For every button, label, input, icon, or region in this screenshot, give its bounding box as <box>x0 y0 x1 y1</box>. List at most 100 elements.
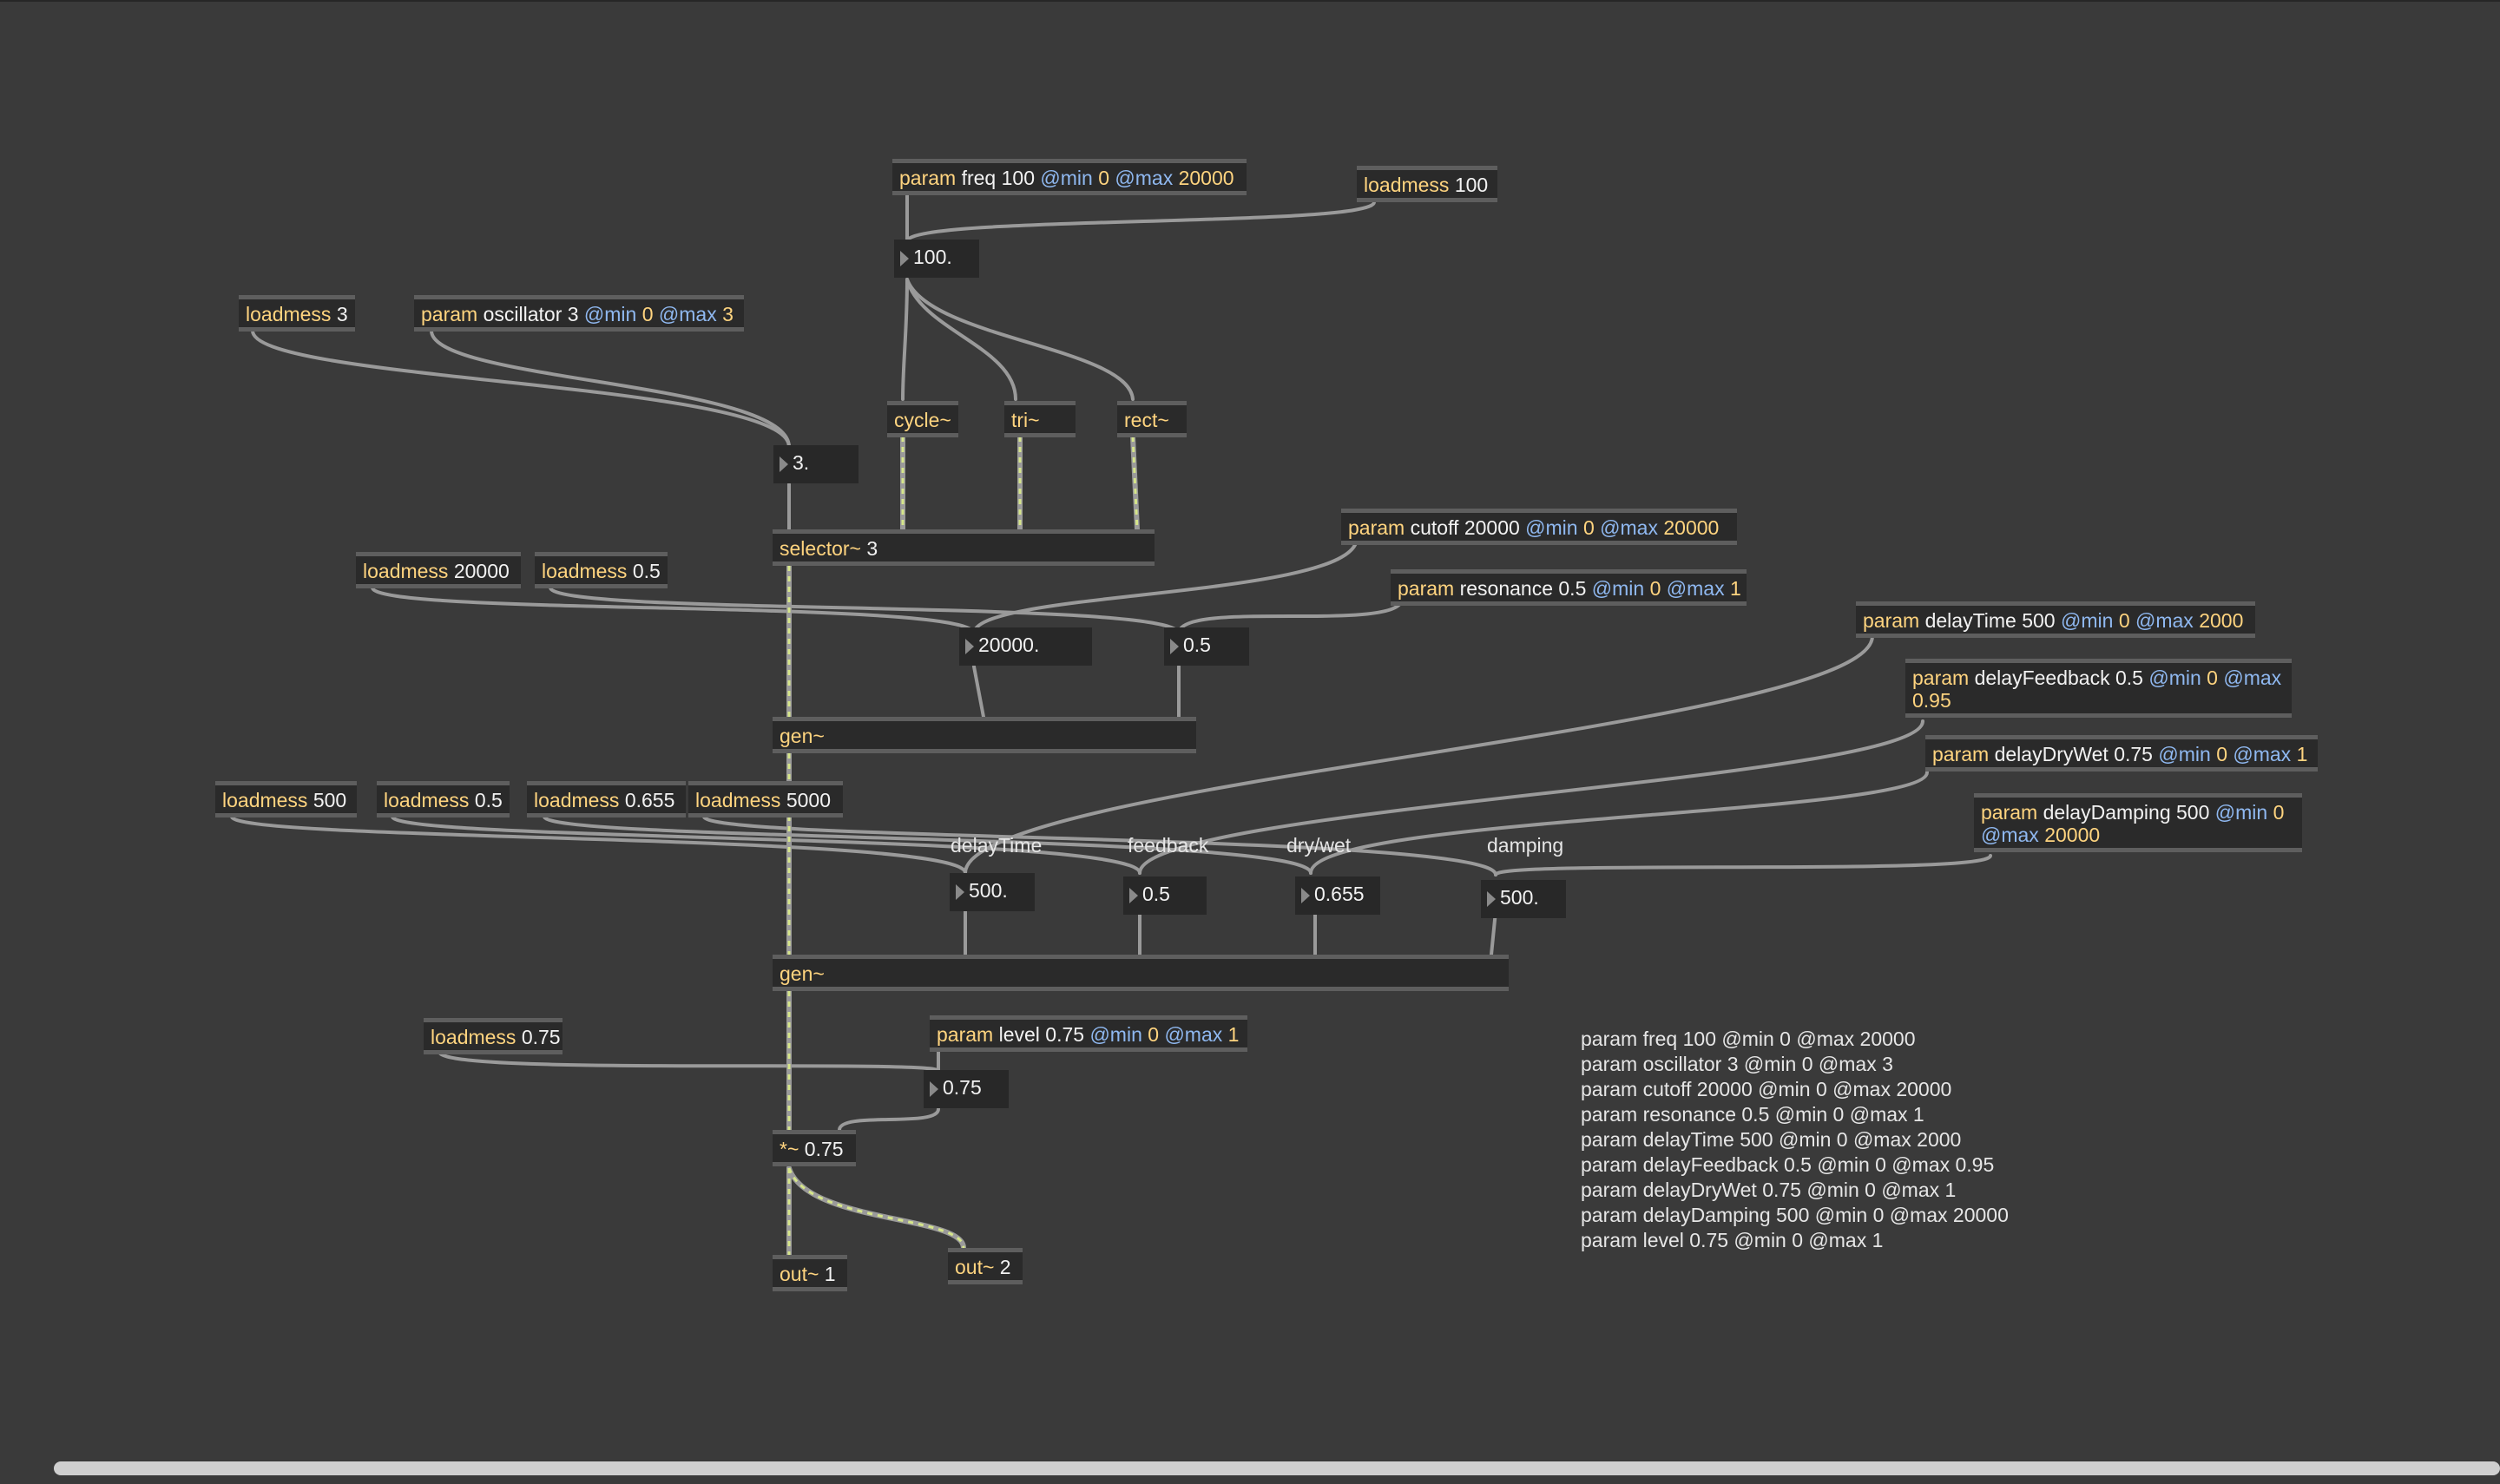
cord-lm500-to-dt <box>230 815 967 875</box>
object-class: loadmess <box>384 789 470 811</box>
loadmess-100-object[interactable]: loadmess 100 <box>1357 166 1497 202</box>
horizontal-scrollbar[interactable] <box>54 1461 2500 1475</box>
loadmess-0.75-object[interactable]: loadmess 0.75 <box>424 1018 562 1054</box>
attr-value: 2000 <box>2199 609 2244 632</box>
out-1-object[interactable]: out~ 1 <box>773 1255 847 1291</box>
number-value: 500. <box>1500 886 1539 909</box>
feedback-number-box[interactable]: 0.5 <box>1123 877 1207 915</box>
object-args: oscillator 3 <box>483 303 579 325</box>
object-args: delayFeedback 0.5 <box>1974 666 2143 689</box>
object-class: param <box>1398 577 1455 600</box>
gen-filter-object[interactable]: gen~ <box>773 717 1196 753</box>
object-args: 0.75 <box>804 1138 844 1160</box>
object-class: param <box>937 1023 994 1046</box>
object-class: loadmess <box>363 560 449 582</box>
object-class: param <box>1912 666 1970 689</box>
number-triangle-icon <box>900 251 909 266</box>
number-value: 500. <box>969 879 1008 902</box>
cord-paramosc-to-osc <box>430 329 791 449</box>
loadmess-3-object[interactable]: loadmess 3 <box>239 295 355 332</box>
selector-object[interactable]: selector~ 3 <box>773 529 1155 566</box>
comment-line: param oscillator 3 @min 0 @max 3 <box>1581 1053 1893 1075</box>
delaytime-number-box[interactable]: 500. <box>950 873 1035 911</box>
loadmess-500-object[interactable]: loadmess 500 <box>215 781 357 818</box>
attr-value: 0 <box>1098 167 1109 189</box>
oscillator-number-box[interactable]: 3. <box>773 445 859 483</box>
attr-value: 0 <box>2273 801 2285 824</box>
object-class: loadmess <box>246 303 332 325</box>
cord-freq-to-cycle <box>901 278 909 401</box>
object-class: loadmess <box>222 789 308 811</box>
object-class: loadmess <box>534 789 620 811</box>
attr-name: @min <box>1040 167 1093 189</box>
number-triangle-icon <box>930 1081 938 1097</box>
rect-object[interactable]: rect~ <box>1117 401 1187 437</box>
number-triangle-icon <box>956 884 964 900</box>
loadmess-0.5b-object[interactable]: loadmess 0.5 <box>377 781 510 818</box>
loadmess-20000-object[interactable]: loadmess 20000 <box>356 552 521 588</box>
object-class: *~ <box>780 1138 799 1160</box>
delaytime-label: delayTime <box>951 834 1043 857</box>
object-class: loadmess <box>695 789 781 811</box>
level-number-box[interactable]: 0.75 <box>924 1070 1009 1108</box>
number-triangle-icon <box>1170 639 1179 654</box>
cord-loadmess3-to-osc <box>251 329 791 449</box>
drywet-number-box[interactable]: 0.655 <box>1295 877 1380 915</box>
cord-loadmess20000-to-cutoff <box>371 586 976 635</box>
cord-mult-to-out2 <box>786 1166 966 1251</box>
object-args: 5000 <box>786 789 831 811</box>
object-class: out~ <box>955 1256 995 1278</box>
gen-delay-object[interactable]: gen~ <box>773 955 1509 991</box>
cord-lm5000-to-damp <box>702 815 1497 877</box>
cycle-object[interactable]: cycle~ <box>887 401 958 437</box>
feedback-label: feedback <box>1128 834 1209 857</box>
param-oscillator-object[interactable]: param oscillator 3 @min 0 @max 3 <box>414 295 744 332</box>
attr-name: @min <box>583 303 637 325</box>
attr-name: @max <box>2233 743 2292 765</box>
cord-level-to-mult <box>838 1107 940 1132</box>
damping-number-box[interactable]: 500. <box>1481 880 1566 918</box>
object-class: param <box>1932 743 1990 765</box>
number-triangle-icon <box>1129 888 1138 903</box>
multiply-object[interactable]: *~ 0.75 <box>773 1130 856 1166</box>
out-2-object[interactable]: out~ 2 <box>948 1248 1023 1284</box>
number-triangle-icon <box>965 639 974 654</box>
param-cutoff-object[interactable]: param cutoff 20000 @min 0 @max 20000 <box>1341 509 1737 545</box>
comment-line: param resonance 0.5 @min 0 @max 1 <box>1581 1103 1924 1126</box>
object-class: param <box>899 167 957 189</box>
object-args: 3 <box>336 303 348 325</box>
cord-rect-to-selector <box>1130 434 1140 532</box>
object-args: 100 <box>1454 174 1489 196</box>
tri-object[interactable]: tri~ <box>1004 401 1076 437</box>
param-resonance-object[interactable]: param resonance 0.5 @min 0 @max 1 <box>1391 569 1747 606</box>
resonance-number-box[interactable]: 0.5 <box>1164 627 1249 666</box>
object-args: 3 <box>866 537 878 560</box>
attr-value: 0 <box>2118 609 2130 632</box>
param-delaydrywet-object[interactable]: param delayDryWet 0.75 @min 0 @max 1 <box>1925 735 2318 772</box>
param-level-object[interactable]: param level 0.75 @min 0 @max 1 <box>930 1015 1247 1052</box>
param-delaydamping-object[interactable]: param delayDamping 500 @min 0 @max 20000 <box>1974 793 2302 852</box>
attr-name: @max <box>1164 1023 1223 1046</box>
cord-loadmess100-to-number <box>905 200 1376 243</box>
attr-name: @min <box>2061 609 2114 632</box>
object-class: cycle~ <box>894 409 951 431</box>
attr-name: @max <box>2223 666 2282 689</box>
param-delayfeedback-object[interactable]: param delayFeedback 0.5 @min 0 @max 0.95 <box>1905 659 2292 718</box>
comment-line: param delayDamping 500 @min 0 @max 20000 <box>1581 1204 2009 1226</box>
param-delaytime-object[interactable]: param delayTime 500 @min 0 @max 2000 <box>1856 601 2255 638</box>
attr-name: @max <box>2135 609 2194 632</box>
patcher-canvas[interactable]: param freq 100 @min 0 @max 20000 loadmes… <box>0 0 2500 1484</box>
loadmess-5000-object[interactable]: loadmess 5000 <box>688 781 843 818</box>
attr-value: 1 <box>1729 577 1741 600</box>
loadmess-0.5-object[interactable]: loadmess 0.5 <box>535 552 668 588</box>
object-args: delayTime 500 <box>1924 609 2056 632</box>
number-triangle-icon <box>780 456 788 472</box>
freq-number-box[interactable]: 100. <box>894 240 979 278</box>
attr-value: 0 <box>2216 743 2227 765</box>
object-class: loadmess <box>542 560 628 582</box>
param-freq-object[interactable]: param freq 100 @min 0 @max 20000 <box>892 159 1247 195</box>
attr-name: @min <box>2214 801 2268 824</box>
loadmess-0.655-object[interactable]: loadmess 0.655 <box>527 781 686 818</box>
cutoff-number-box[interactable]: 20000. <box>959 627 1092 666</box>
attr-value: 0 <box>1148 1023 1160 1046</box>
